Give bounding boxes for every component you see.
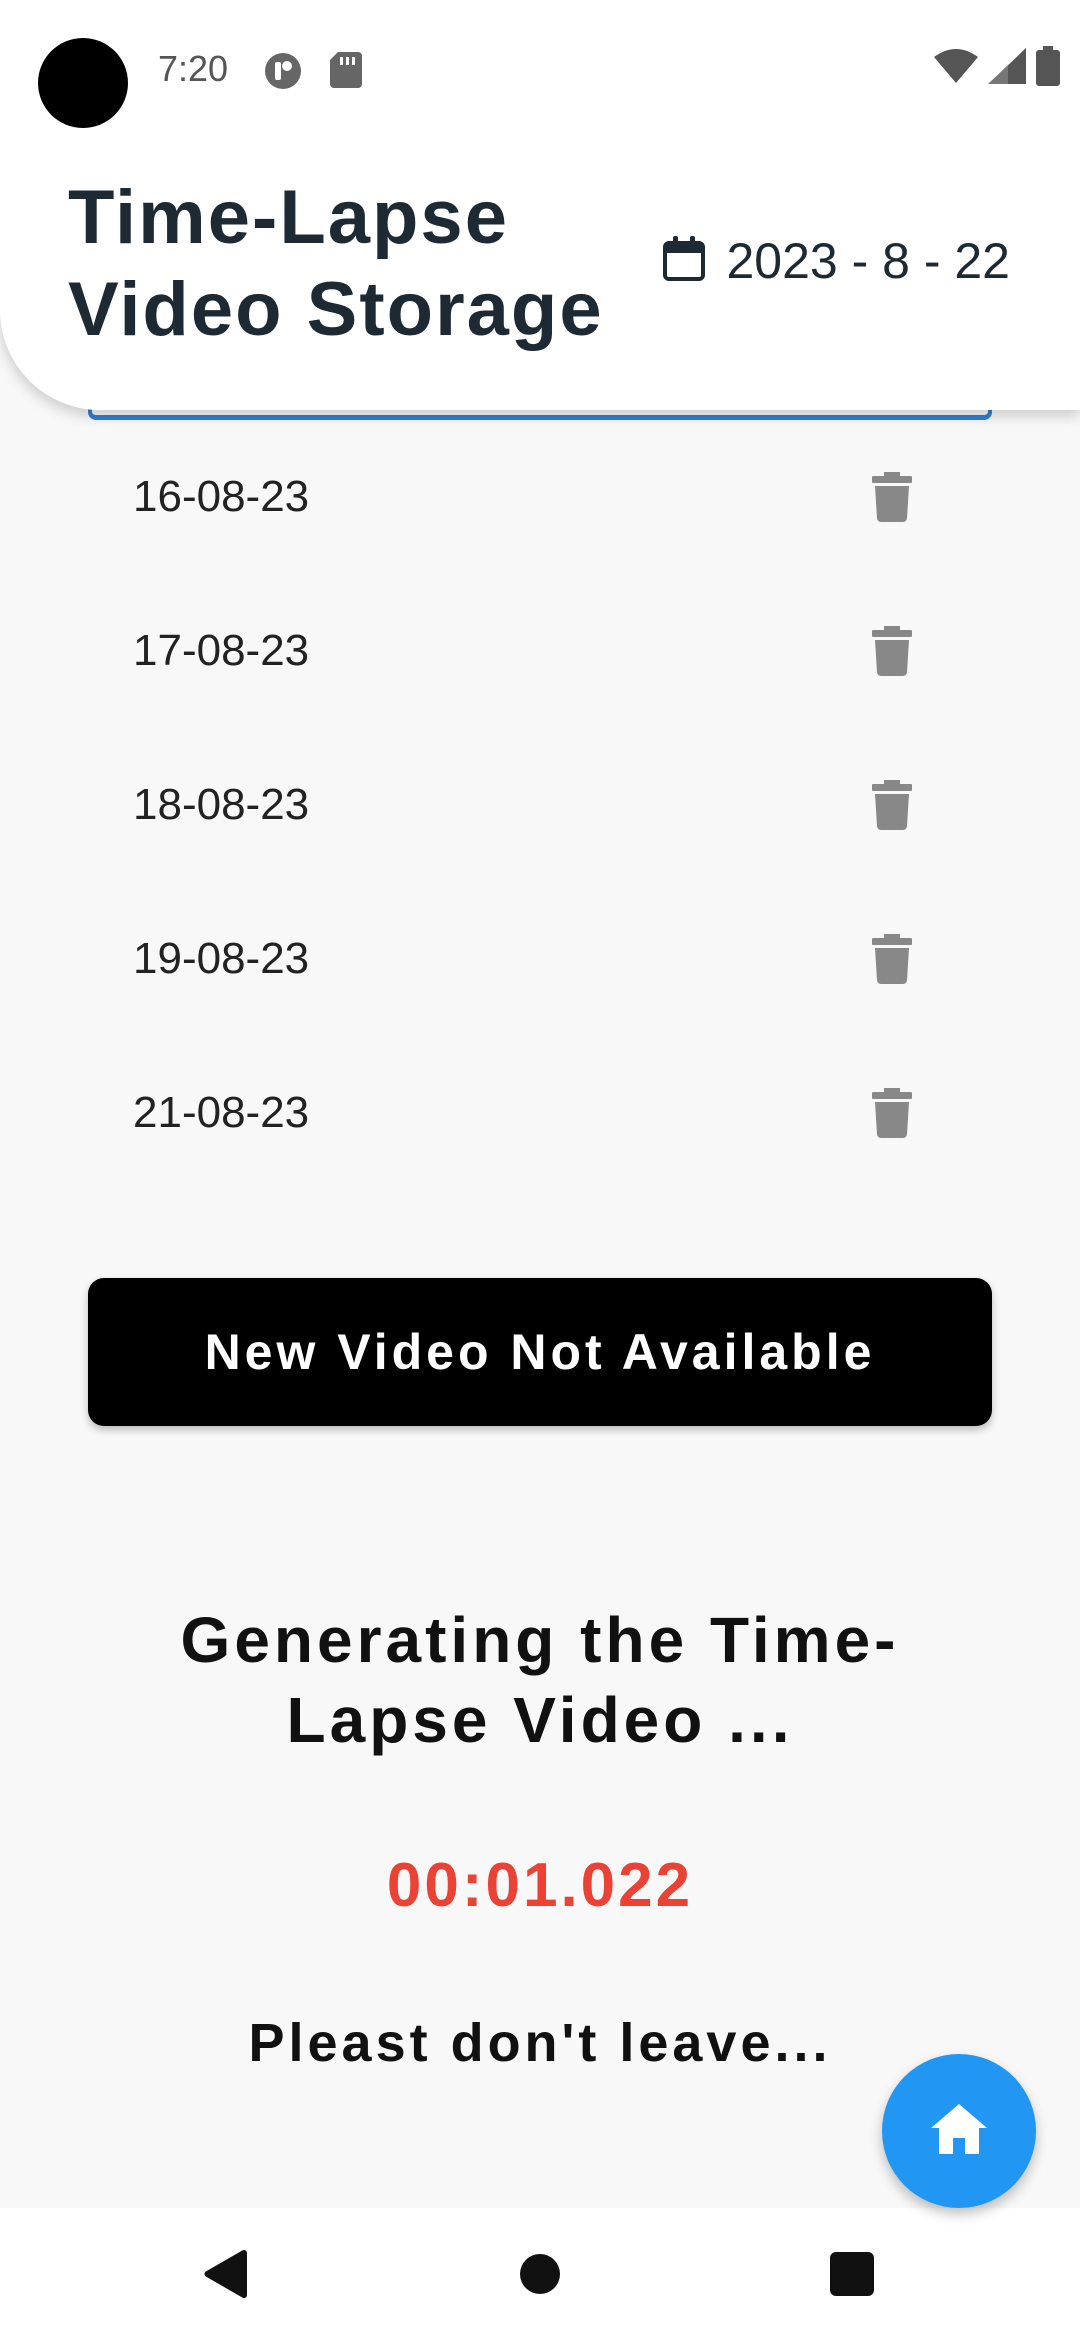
date-picker[interactable]: 2023 - 8 - 22	[662, 232, 1010, 290]
trash-icon[interactable]	[864, 469, 920, 525]
list-item[interactable]: 18-08-23	[88, 728, 992, 882]
list-item[interactable]: 16-08-23	[88, 420, 992, 574]
cell-signal-icon	[988, 47, 1026, 89]
status-bar: 7:20	[0, 0, 1080, 140]
status-time: 7:20	[158, 48, 229, 89]
video-date: 17-08-23	[133, 626, 310, 675]
list-item[interactable]: 21-08-23	[88, 1036, 992, 1190]
status-icons-right	[934, 45, 1060, 91]
video-date: 16-08-23	[133, 472, 310, 521]
video-date: 18-08-23	[133, 780, 310, 829]
trash-icon[interactable]	[864, 931, 920, 987]
video-list: 16-08-23 17-08-23 18-08-23 19-08-23 21-0…	[88, 420, 992, 1190]
trash-icon[interactable]	[864, 623, 920, 679]
sd-card-icon	[330, 52, 366, 88]
home-fab-button[interactable]	[882, 2054, 1036, 2208]
back-icon[interactable]	[186, 2234, 266, 2314]
new-video-button[interactable]: New Video Not Available	[88, 1278, 992, 1426]
home-icon	[931, 2103, 987, 2159]
screen: Time-Lapse Video Storage 2023 - 8 - 22 7…	[0, 0, 1080, 2340]
trash-icon[interactable]	[864, 777, 920, 833]
generation-timer: 00:01.022	[386, 1851, 694, 1920]
video-date: 19-08-23	[133, 934, 310, 983]
calendar-icon	[662, 235, 706, 288]
selected-date: 2023 - 8 - 22	[726, 233, 1010, 289]
list-item[interactable]: 19-08-23	[88, 882, 992, 1036]
media-notification-icon	[264, 52, 301, 89]
trash-icon[interactable]	[864, 1085, 920, 1141]
home-circle-icon[interactable]	[500, 2234, 580, 2314]
wifi-icon	[934, 48, 978, 88]
generation-title: Generating the Time-Lapse Video ...	[180, 1604, 900, 1756]
camera-cutout	[38, 38, 128, 128]
list-item[interactable]: 17-08-23	[88, 574, 992, 728]
recents-icon[interactable]	[812, 2234, 892, 2314]
video-date: 21-08-23	[133, 1088, 310, 1137]
battery-icon	[1036, 45, 1060, 91]
navigation-bar	[0, 2208, 1080, 2340]
page-title: Time-Lapse Video Storage	[68, 175, 604, 352]
